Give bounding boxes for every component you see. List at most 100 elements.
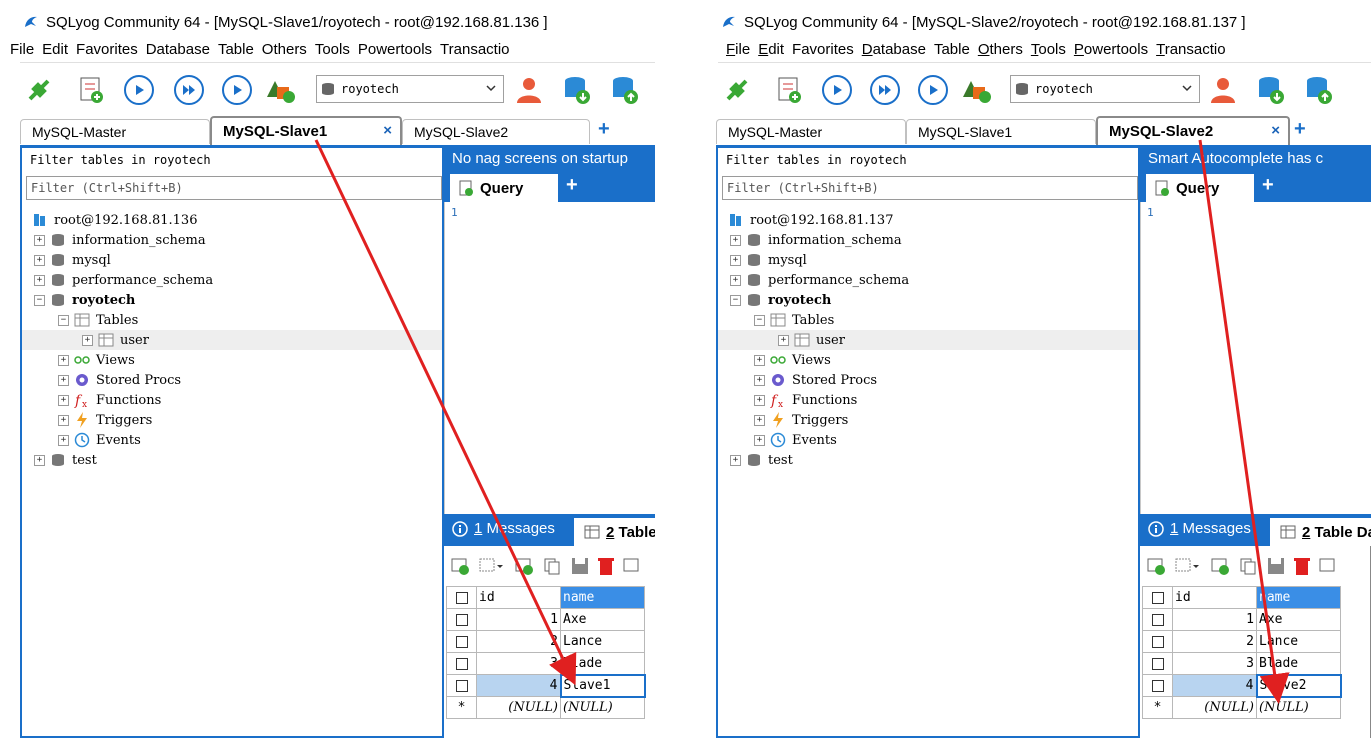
cell-name[interactable]: Slave2 (1255, 673, 1342, 698)
menu-table[interactable]: Table (218, 41, 262, 58)
cell-name[interactable]: Lance (1256, 630, 1341, 653)
execute-query-button[interactable] (122, 73, 156, 107)
close-icon[interactable]: × (1271, 122, 1280, 139)
column-header-name[interactable]: name (1256, 586, 1341, 609)
column-header-id[interactable]: id (1172, 586, 1257, 609)
execute-query-button[interactable] (820, 73, 854, 107)
query-builder-button[interactable] (772, 73, 806, 107)
expand-icon[interactable]: + (58, 374, 69, 386)
select-all-checkbox[interactable] (1142, 586, 1173, 609)
new-connection-tab-button[interactable]: + (598, 118, 610, 141)
cell-name[interactable]: Axe (560, 608, 645, 631)
export-dropdown-icon[interactable] (478, 556, 504, 576)
tree-db-mysql[interactable]: + mysql (718, 250, 1138, 270)
new-query-tab-button[interactable]: + (1262, 174, 1274, 197)
tree-db-test[interactable]: + test (718, 450, 1138, 470)
tab-table-data[interactable]: 2 Table Data (1270, 518, 1371, 546)
expand-icon[interactable]: + (34, 254, 45, 266)
row-checkbox[interactable] (1142, 630, 1173, 653)
filter-input[interactable]: Filter (Ctrl+Shift+B) (722, 176, 1138, 200)
delete-icon[interactable] (1292, 556, 1312, 576)
tree-folder-views[interactable]: + Views (718, 350, 1138, 370)
expand-icon[interactable]: + (754, 394, 765, 406)
restore-database-button[interactable] (608, 73, 642, 107)
cell-id[interactable]: 3 (476, 652, 561, 675)
tree-db-information-schema[interactable]: + information_schema (22, 230, 442, 250)
cell-name-null[interactable]: (NULL) (1256, 696, 1341, 719)
tree-folder-functions[interactable]: + fx Functions (718, 390, 1138, 410)
tree-db-royotech[interactable]: − royotech (22, 290, 442, 310)
cancel-changes-icon[interactable] (622, 556, 642, 576)
expand-icon[interactable]: + (754, 354, 765, 366)
row-checkbox[interactable] (446, 652, 477, 675)
execute-edit-button[interactable] (220, 73, 254, 107)
row-checkbox[interactable] (1142, 652, 1173, 675)
query-editor[interactable]: 1 (444, 202, 655, 514)
expand-icon[interactable]: + (754, 434, 765, 446)
tab-query[interactable]: Query (1146, 174, 1254, 202)
insert-row-icon[interactable] (514, 556, 534, 576)
expand-icon[interactable]: + (34, 274, 45, 286)
tab-messages[interactable]: 1 Messages (1148, 520, 1251, 537)
tree-folder-tables[interactable]: − Tables (718, 310, 1138, 330)
expand-icon[interactable]: + (34, 234, 45, 246)
expand-icon[interactable]: + (82, 334, 93, 346)
cell-name[interactable]: Blade (1256, 652, 1341, 675)
cell-id[interactable]: 2 (1172, 630, 1257, 653)
execute-edit-button[interactable] (916, 73, 950, 107)
expand-icon[interactable]: + (778, 334, 789, 346)
tree-folder-stored-procs[interactable]: + Stored Procs (22, 370, 442, 390)
backup-database-button[interactable] (560, 73, 594, 107)
tab-mysql-master[interactable]: MySQL-Master (716, 119, 906, 144)
expand-icon[interactable]: + (58, 414, 69, 426)
tree-db-information-schema[interactable]: + information_schema (718, 230, 1138, 250)
collapse-icon[interactable]: − (730, 294, 741, 306)
tree-folder-triggers[interactable]: + Triggers (718, 410, 1138, 430)
menu-transactions[interactable]: Transactio (440, 41, 517, 58)
tree-folder-triggers[interactable]: + Triggers (22, 410, 442, 430)
query-editor[interactable]: 1 (1140, 202, 1371, 514)
expand-icon[interactable]: + (754, 374, 765, 386)
menu-powertools[interactable]: Powertools (358, 41, 440, 58)
menu-powertools[interactable]: Powertools (1074, 41, 1156, 58)
cancel-changes-icon[interactable] (1318, 556, 1338, 576)
tab-table-data[interactable]: 2 Table Data (574, 518, 655, 546)
schema-designer-button[interactable] (264, 73, 298, 107)
expand-icon[interactable]: + (58, 434, 69, 446)
menu-table[interactable]: Table (934, 41, 978, 58)
tree-db-performance-schema[interactable]: + performance_schema (718, 270, 1138, 290)
row-checkbox[interactable] (446, 630, 477, 653)
cell-id[interactable]: 4 (1172, 674, 1257, 697)
row-checkbox[interactable] (446, 674, 477, 697)
expand-icon[interactable]: + (730, 234, 741, 246)
expand-icon[interactable]: + (754, 414, 765, 426)
menu-tools[interactable]: Tools (315, 41, 358, 58)
duplicate-row-icon[interactable] (542, 556, 562, 576)
export-dropdown-icon[interactable] (1174, 556, 1200, 576)
tree-table-user[interactable]: + user (718, 330, 1138, 350)
collapse-icon[interactable]: − (754, 314, 765, 326)
cell-name[interactable]: Blade (560, 652, 645, 675)
tree-folder-functions[interactable]: + fx Functions (22, 390, 442, 410)
tree-db-royotech[interactable]: − royotech (718, 290, 1138, 310)
select-all-checkbox[interactable] (446, 586, 477, 609)
tree-root-connection[interactable]: root@192.168.81.137 (718, 210, 1138, 230)
cell-name[interactable]: Axe (1256, 608, 1341, 631)
menu-favorites[interactable]: Favorites (792, 41, 862, 58)
tree-folder-tables[interactable]: − Tables (22, 310, 442, 330)
delete-icon[interactable] (596, 556, 616, 576)
grid-view-icon[interactable] (450, 556, 470, 576)
cell-name-null[interactable]: (NULL) (560, 696, 645, 719)
cell-name[interactable]: Slave1 (559, 673, 646, 698)
tab-mysql-slave1[interactable]: MySQL-Slave1 (906, 119, 1096, 144)
cell-id[interactable]: 3 (1172, 652, 1257, 675)
new-connection-tab-button[interactable]: + (1294, 118, 1306, 141)
tree-table-user[interactable]: + user (22, 330, 442, 350)
expand-icon[interactable]: + (34, 454, 45, 466)
collapse-icon[interactable]: − (58, 314, 69, 326)
tree-db-test[interactable]: + test (22, 450, 442, 470)
menu-file[interactable]: File (10, 41, 42, 58)
close-icon[interactable]: × (383, 122, 392, 139)
tree-folder-events[interactable]: + Events (22, 430, 442, 450)
execute-all-button[interactable] (868, 73, 902, 107)
